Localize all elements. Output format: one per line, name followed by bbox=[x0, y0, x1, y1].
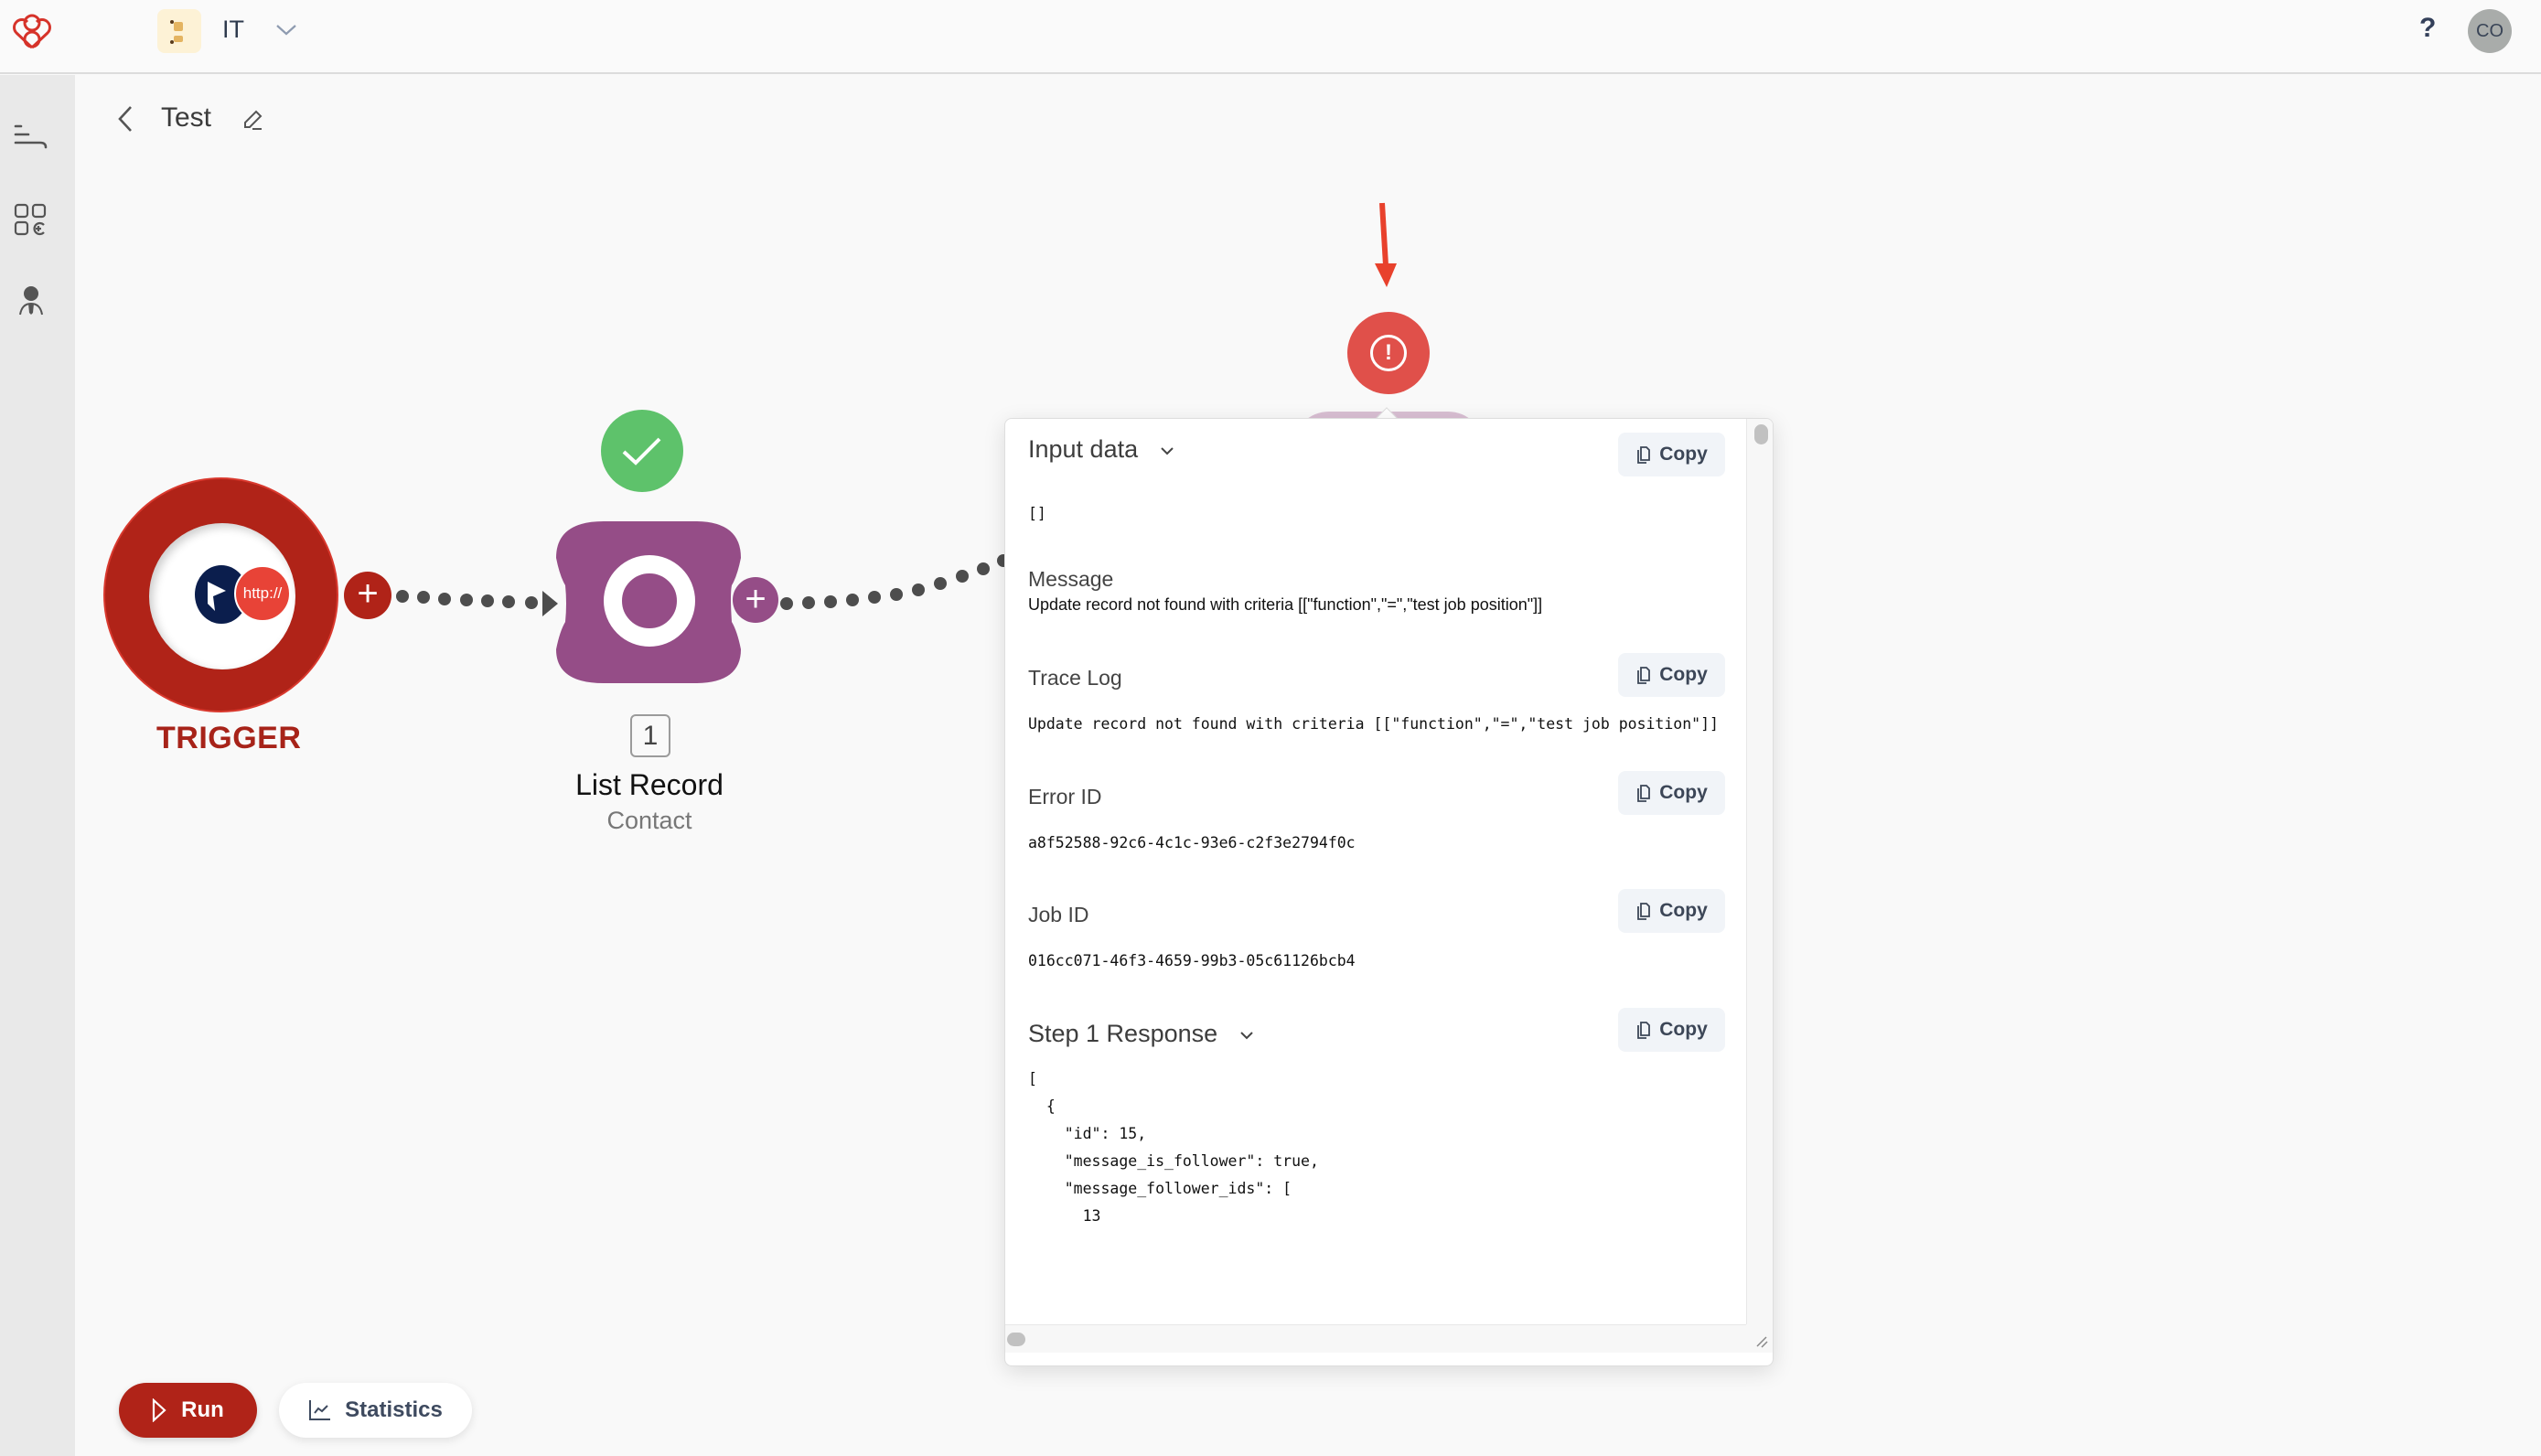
back-icon[interactable] bbox=[115, 104, 135, 134]
trace-log-value: Update record not found with criteria [[… bbox=[1028, 715, 1719, 733]
help-button[interactable]: ? bbox=[2419, 13, 2436, 44]
apps-add-icon[interactable] bbox=[13, 201, 49, 238]
copy-label: Copy bbox=[1659, 444, 1708, 465]
trigger-app-icons: http:// bbox=[149, 523, 295, 669]
chevron-down-icon[interactable] bbox=[274, 20, 298, 38]
statistics-button[interactable]: Statistics bbox=[279, 1383, 472, 1438]
copy-icon bbox=[1637, 667, 1651, 684]
copy-step-1-response-button[interactable]: Copy bbox=[1618, 1008, 1725, 1052]
copy-icon bbox=[1637, 785, 1651, 802]
copy-icon bbox=[1637, 1022, 1651, 1039]
trigger-node[interactable]: http:// bbox=[103, 477, 338, 712]
response-line: "id": 15, bbox=[1028, 1125, 1147, 1142]
copy-label: Copy bbox=[1659, 900, 1708, 921]
panel-content: Input data Copy [] Message Update record… bbox=[1005, 419, 1746, 1324]
step-number-badge: 1 bbox=[630, 714, 670, 757]
workspace-icon[interactable] bbox=[157, 9, 201, 53]
message-value: Update record not found with criteria [[… bbox=[1028, 595, 1543, 614]
copy-label: Copy bbox=[1659, 664, 1708, 685]
response-line: { bbox=[1028, 1097, 1056, 1115]
copy-input-data-button[interactable]: Copy bbox=[1618, 433, 1725, 476]
copy-icon bbox=[1637, 903, 1651, 920]
job-id-title: Job ID bbox=[1028, 903, 1089, 926]
vertical-scroll-thumb[interactable] bbox=[1754, 424, 1768, 444]
user-icon[interactable] bbox=[13, 284, 49, 320]
input-data-value: [] bbox=[1028, 505, 1046, 522]
flows-icon[interactable] bbox=[13, 119, 49, 155]
job-id-value: 016cc071-46f3-4659-99b3-05c61126bcb4 bbox=[1028, 952, 1356, 969]
chevron-down-icon bbox=[1239, 1032, 1253, 1040]
copy-error-id-button[interactable]: Copy bbox=[1618, 771, 1725, 815]
horizontal-scrollbar[interactable] bbox=[1005, 1324, 1746, 1353]
avatar[interactable]: CO bbox=[2468, 9, 2512, 53]
vertical-scrollbar[interactable] bbox=[1746, 419, 1773, 1324]
sidebar bbox=[0, 75, 75, 1456]
chevron-down-icon bbox=[1160, 447, 1174, 455]
copy-label: Copy bbox=[1659, 1019, 1708, 1040]
copy-trace-log-button[interactable]: Copy bbox=[1618, 653, 1725, 697]
app-logo-icon[interactable] bbox=[11, 13, 53, 49]
error-status-icon[interactable]: ! bbox=[1347, 312, 1430, 394]
error-details-panel: Input data Copy [] Message Update record… bbox=[1004, 418, 1774, 1366]
list-record-module[interactable] bbox=[556, 521, 741, 683]
response-line: 13 bbox=[1028, 1207, 1101, 1225]
add-step-after-trigger-button[interactable]: + bbox=[344, 572, 391, 619]
module-app-icon bbox=[604, 555, 695, 647]
copy-label: Copy bbox=[1659, 782, 1708, 803]
run-button[interactable]: Run bbox=[119, 1383, 257, 1438]
workspace-name[interactable]: IT bbox=[222, 16, 244, 44]
copy-job-id-button[interactable]: Copy bbox=[1618, 889, 1725, 933]
step-1-response-section-header[interactable]: Step 1 Response bbox=[1028, 1020, 1254, 1048]
resize-handle[interactable] bbox=[1746, 1324, 1773, 1353]
horizontal-scroll-thumb[interactable] bbox=[1007, 1333, 1025, 1346]
module-subtitle: Contact bbox=[606, 807, 692, 834]
message-title: Message bbox=[1028, 567, 1114, 591]
module-name: List Record bbox=[575, 768, 724, 801]
success-status-icon bbox=[601, 410, 683, 492]
trigger-label: TRIGGER bbox=[156, 721, 302, 755]
flow-title: Test bbox=[161, 102, 212, 133]
response-line: [ bbox=[1028, 1070, 1037, 1087]
input-data-section-header[interactable]: Input data bbox=[1028, 435, 1174, 464]
http-icon: http:// bbox=[234, 565, 291, 622]
run-label: Run bbox=[181, 1397, 224, 1422]
statistics-label: Statistics bbox=[345, 1397, 443, 1422]
edit-icon[interactable] bbox=[241, 108, 265, 132]
error-id-value: a8f52588-92c6-4c1c-93e6-c2f3e2794f0c bbox=[1028, 834, 1356, 851]
copy-icon bbox=[1637, 446, 1651, 464]
response-line: "message_follower_ids": [ bbox=[1028, 1180, 1292, 1197]
play-icon bbox=[153, 1398, 166, 1422]
trace-log-title: Trace Log bbox=[1028, 666, 1122, 690]
alert-icon: ! bbox=[1370, 335, 1407, 371]
annotation-arrow-error bbox=[1375, 202, 1397, 287]
connector-module-to-error bbox=[780, 554, 1010, 610]
connector-trigger-to-module bbox=[396, 590, 558, 616]
add-step-after-module-button[interactable]: + bbox=[733, 577, 778, 623]
error-id-title: Error ID bbox=[1028, 785, 1102, 808]
chart-icon bbox=[309, 1400, 331, 1420]
resize-icon bbox=[1756, 1336, 1768, 1348]
top-bar: IT ? CO bbox=[0, 0, 2541, 74]
step-1-response-title: Step 1 Response bbox=[1028, 1020, 1218, 1047]
response-line: "message_is_follower": true, bbox=[1028, 1152, 1319, 1170]
input-data-title: Input data bbox=[1028, 435, 1139, 463]
